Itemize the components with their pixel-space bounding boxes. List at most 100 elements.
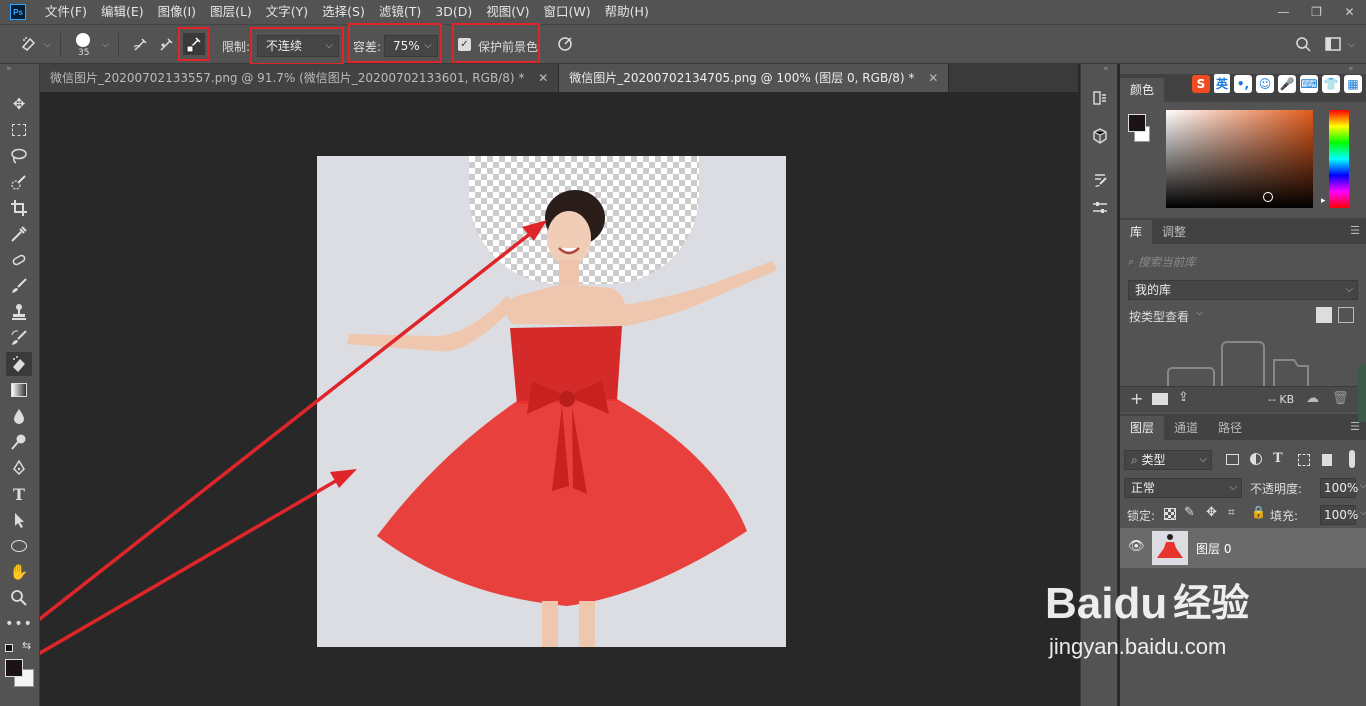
add-icon[interactable]: + <box>1130 389 1143 408</box>
tab-paths[interactable]: 路径 <box>1208 416 1252 440</box>
opacity-field[interactable]: 100% <box>1320 478 1358 498</box>
layer-row[interactable]: 👁 图层 0 <box>1120 528 1366 568</box>
history-panel-icon[interactable] <box>1090 88 1110 108</box>
menu-layer[interactable]: 图层(L) <box>203 0 259 24</box>
lock-artboard-icon[interactable]: ⌗ <box>1228 505 1235 520</box>
menu-window[interactable]: 窗口(W) <box>537 0 598 24</box>
punctuation-icon[interactable]: •, <box>1234 74 1252 93</box>
canvas-area[interactable] <box>40 92 1078 706</box>
menu-select[interactable]: 选择(S) <box>315 0 372 24</box>
filter-pixel-icon[interactable] <box>1226 454 1239 465</box>
tab-document-1[interactable]: 微信图片_20200702133557.png @ 91.7% (微信图片_20… <box>40 64 560 92</box>
menu-type[interactable]: 文字(Y) <box>259 0 315 24</box>
tab-document-2[interactable]: 微信图片_20200702134705.png @ 100% (图层 0, RG… <box>559 64 950 92</box>
collapse-arrows-icon[interactable]: « <box>1348 64 1354 74</box>
ime-english-mode[interactable]: 英 <box>1213 74 1230 93</box>
crop-tool-icon[interactable] <box>6 196 32 220</box>
library-select[interactable]: 我的库 ⌵ <box>1128 280 1358 300</box>
pressure-size-icon[interactable] <box>554 33 576 55</box>
move-tool-icon[interactable]: ✥ <box>6 92 32 116</box>
type-tool-icon[interactable]: T <box>6 482 32 506</box>
sampling-once-icon[interactable] <box>156 33 178 55</box>
menu-filter[interactable]: 滤镜(T) <box>372 0 428 24</box>
grid-view-icon[interactable] <box>1316 307 1332 323</box>
folder-icon[interactable] <box>1152 393 1168 405</box>
filter-shape-icon[interactable] <box>1298 454 1310 466</box>
brush-settings-icon[interactable] <box>1090 170 1110 190</box>
upload-icon[interactable]: ⇪ <box>1178 390 1189 405</box>
hue-slider-handle[interactable]: ▸ <box>1321 196 1326 206</box>
search-icon[interactable] <box>1292 33 1314 55</box>
chevron-down-icon[interactable]: ⌵ <box>1348 40 1355 50</box>
adjustments-sliders-icon[interactable] <box>1090 198 1110 218</box>
history-brush-tool-icon[interactable] <box>6 326 32 350</box>
workspace-icon[interactable] <box>1322 33 1344 55</box>
scrollbar-thumb[interactable] <box>1358 364 1366 422</box>
marquee-tool-icon[interactable] <box>6 118 32 142</box>
filter-toggle-icon[interactable] <box>1349 450 1355 468</box>
eyedropper-tool-icon[interactable] <box>6 222 32 246</box>
background-eraser-preset-icon[interactable] <box>18 33 40 55</box>
trash-icon[interactable]: 🗑 <box>1332 391 1349 406</box>
menu-view[interactable]: 视图(V) <box>479 0 536 24</box>
3d-panel-icon[interactable] <box>1090 126 1110 146</box>
menu-3d[interactable]: 3D(D) <box>428 0 479 24</box>
close-button[interactable]: ✕ <box>1333 0 1366 24</box>
visibility-eye-icon[interactable]: 👁 <box>1128 539 1145 554</box>
list-view-icon[interactable] <box>1338 307 1354 323</box>
emoji-icon[interactable]: ☺ <box>1256 74 1274 93</box>
eraser-tool-icon[interactable] <box>6 352 32 376</box>
layer-name[interactable]: 图层 0 <box>1196 540 1231 557</box>
restore-button[interactable]: ❐ <box>1300 0 1333 24</box>
sampling-continuous-icon[interactable] <box>130 33 152 55</box>
tab-adjustments[interactable]: 调整 <box>1152 220 1196 244</box>
chevron-down-icon[interactable]: ⌵ <box>1360 481 1366 491</box>
keyboard-icon[interactable]: ⌨ <box>1300 74 1318 93</box>
healing-brush-tool-icon[interactable] <box>6 248 32 272</box>
chevron-down-icon[interactable]: ⌵ <box>44 40 51 50</box>
menu-grid-icon[interactable]: ▦ <box>1344 74 1362 93</box>
microphone-icon[interactable]: 🎤 <box>1278 74 1296 93</box>
fill-field[interactable]: 100% <box>1320 505 1358 525</box>
menu-edit[interactable]: 编辑(E) <box>94 0 151 24</box>
lock-position-icon[interactable]: ✥ <box>1206 505 1217 520</box>
filter-type-icon[interactable]: T <box>1273 451 1283 466</box>
collapse-arrows-icon[interactable]: « <box>1103 64 1109 74</box>
menu-file[interactable]: 文件(F) <box>38 0 94 24</box>
chevron-down-icon[interactable]: ⌵ <box>102 40 109 50</box>
foreground-color-swatch[interactable] <box>5 659 23 677</box>
document-canvas[interactable] <box>317 156 786 647</box>
view-by-type[interactable]: 按类型查看 <box>1129 308 1189 325</box>
path-selection-tool-icon[interactable] <box>6 508 32 532</box>
lock-all-icon[interactable]: 🔒 <box>1251 505 1266 519</box>
sogou-icon[interactable]: S <box>1191 74 1210 93</box>
layer-filter-type[interactable]: ⌕ 类型 ⌵ <box>1124 450 1212 470</box>
tab-library[interactable]: 库 <box>1120 220 1153 244</box>
close-icon[interactable]: ✕ <box>928 71 938 85</box>
panel-menu-icon[interactable]: ☰ <box>1350 224 1360 237</box>
color-picker-cursor[interactable] <box>1263 192 1273 202</box>
chevron-down-icon[interactable]: ⌵ <box>1196 308 1203 318</box>
swap-colors-icon[interactable]: ⇆ <box>22 639 31 652</box>
more-tools-icon[interactable]: ••• <box>5 612 32 636</box>
tab-channels[interactable]: 通道 <box>1164 416 1208 440</box>
hand-tool-icon[interactable]: ✋ <box>6 560 32 584</box>
filter-smart-object-icon[interactable] <box>1322 454 1332 466</box>
blur-tool-icon[interactable] <box>6 404 32 428</box>
library-search[interactable]: ⌕ 搜索当前库 <box>1128 252 1360 272</box>
quick-select-tool-icon[interactable] <box>6 170 32 194</box>
gradient-tool-icon[interactable] <box>6 378 32 402</box>
default-colors-icon[interactable] <box>5 644 13 652</box>
collapse-arrows-icon[interactable]: » <box>6 64 12 74</box>
hue-slider[interactable] <box>1329 110 1349 208</box>
lasso-tool-icon[interactable] <box>6 144 32 168</box>
dodge-tool-icon[interactable] <box>6 430 32 454</box>
blend-mode-dropdown[interactable]: 正常 ⌵ <box>1124 478 1242 498</box>
filter-adjustment-icon[interactable] <box>1250 453 1262 465</box>
lock-pixels-icon[interactable]: ✎ <box>1184 505 1195 520</box>
chevron-down-icon[interactable]: ⌵ <box>1360 508 1366 518</box>
zoom-tool-icon[interactable] <box>6 586 32 610</box>
foreground-color-swatch[interactable] <box>1128 114 1146 132</box>
minimize-button[interactable]: — <box>1267 0 1300 24</box>
lock-transparency-icon[interactable] <box>1164 508 1176 520</box>
